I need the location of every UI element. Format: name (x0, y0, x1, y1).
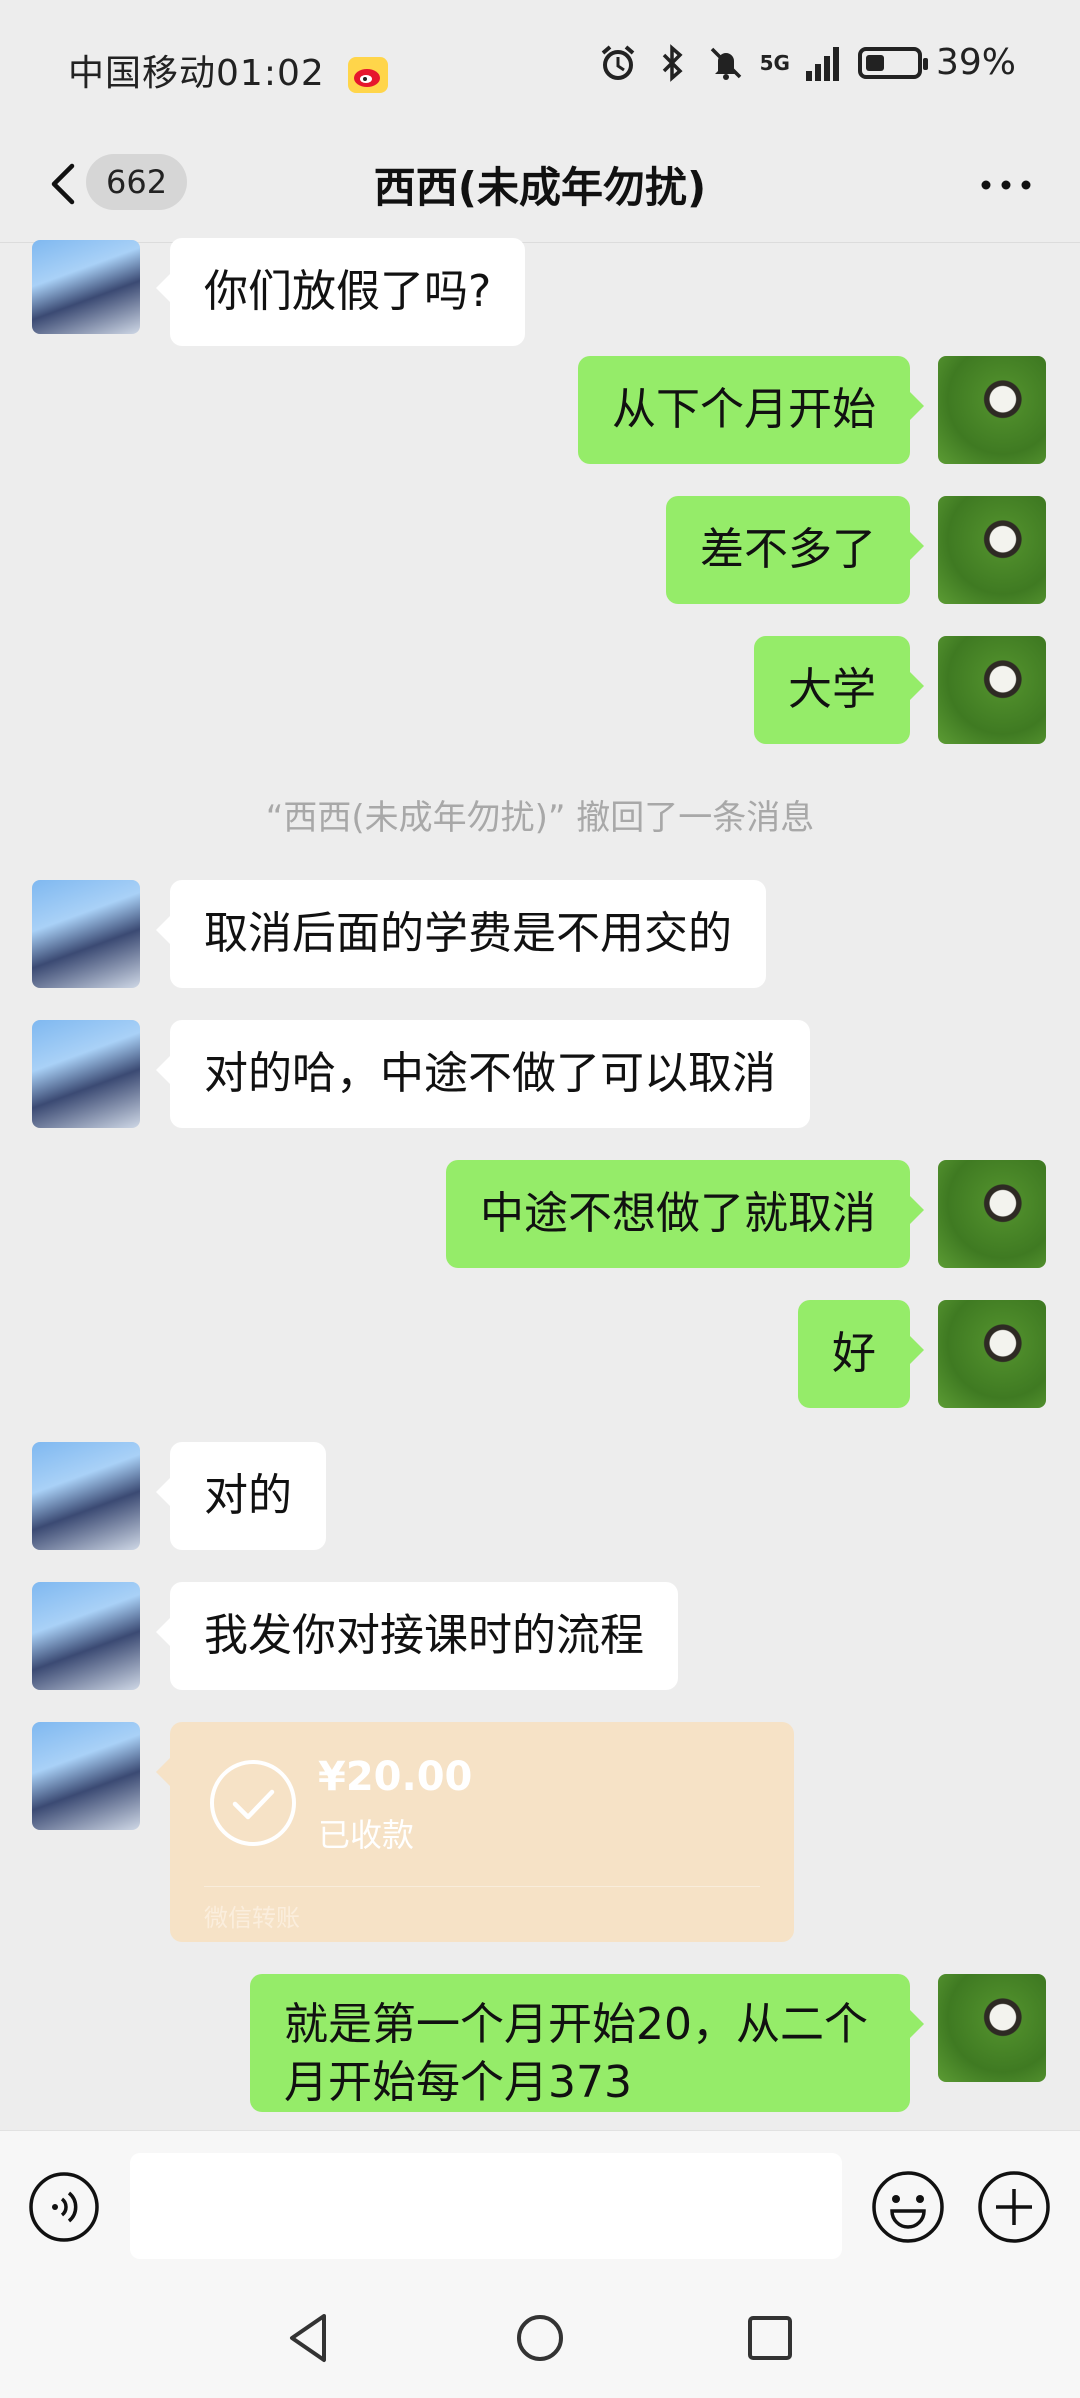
message-bubble[interactable]: 你们放假了吗? (155, 238, 526, 346)
message-bubble[interactable]: 大学 (754, 636, 924, 744)
avatar-self[interactable] (938, 1974, 1046, 2082)
system-nav-bar (0, 2278, 1080, 2398)
message-row: 对的 (0, 1442, 1080, 1552)
avatar-self[interactable] (938, 1300, 1046, 1408)
alarm-icon (601, 44, 634, 80)
message-bubble[interactable]: 取消后面的学费是不用交的 (156, 880, 766, 988)
input-bar (0, 2130, 1080, 2279)
nav-recents-icon[interactable] (740, 2308, 800, 2368)
emoji-icon[interactable] (870, 2169, 946, 2245)
message-row: 差不多了 (0, 496, 1080, 606)
network-type: 5G (759, 50, 790, 75)
message-row: 就是第一个月开始20，从二个月开始每个月373 (0, 1974, 1080, 2130)
message-row: 好 (0, 1300, 1080, 1410)
carrier-name: 中国移动 (68, 53, 217, 94)
weibo-icon (348, 57, 389, 93)
message-row: 中途不想做了就取消 (0, 1160, 1080, 1270)
voice-icon[interactable] (28, 2171, 100, 2243)
avatar-self[interactable] (938, 1160, 1046, 1268)
message-bubble[interactable]: 差不多了 (666, 496, 924, 604)
avatar-contact[interactable] (32, 1582, 140, 1690)
mute-icon (710, 47, 741, 80)
message-row: 我发你对接课时的流程 (0, 1582, 1080, 1692)
message-bubble[interactable]: 对的 (156, 1442, 326, 1550)
avatar-self[interactable] (938, 356, 1046, 464)
message-row: 从下个月开始 (0, 356, 1080, 466)
avatar-contact[interactable] (32, 880, 140, 988)
chat-header: 662 西西(未成年勿扰) (0, 130, 1080, 243)
nav-back-icon[interactable] (280, 2308, 340, 2368)
avatar-self[interactable] (938, 496, 1046, 604)
message-row: 大学 (0, 636, 1080, 746)
message-bubble[interactable]: 好 (798, 1300, 924, 1408)
bluetooth-icon (662, 43, 683, 82)
plus-icon[interactable] (976, 2169, 1052, 2245)
avatar-contact[interactable] (32, 1722, 140, 1830)
check-circle-icon (210, 1760, 296, 1846)
recall-notice: “西西(未成年勿扰)” 撤回了一条消息 (265, 798, 815, 838)
message-row: 取消后面的学费是不用交的 (0, 880, 1080, 990)
message-bubble[interactable]: 对的哈，中途不做了可以取消 (156, 1020, 810, 1128)
chat-title: 西西(未成年勿扰) (373, 163, 707, 212)
message-bubble[interactable]: 我发你对接课时的流程 (156, 1582, 678, 1690)
avatar-contact[interactable] (32, 1020, 140, 1128)
more-icon[interactable] (976, 170, 1036, 200)
message-row: 你们放假了吗? (0, 230, 1080, 346)
battery-icon (857, 46, 928, 79)
nav-home-icon[interactable] (510, 2308, 570, 2368)
message-row: ¥20.00 已收款 微信转账 (0, 1722, 1080, 1942)
carrier-time: 中国移动01:02 (68, 44, 389, 96)
transfer-divider (204, 1886, 760, 1887)
battery-percent: 39% (935, 42, 1016, 83)
message-bubble[interactable]: 就是第一个月开始20，从二个月开始每个月373 (250, 1974, 924, 2112)
avatar-contact[interactable] (32, 240, 140, 334)
transfer-amount: ¥20.00 (318, 1754, 473, 1800)
transfer-card[interactable]: ¥20.00 已收款 微信转账 (156, 1722, 794, 1942)
message-input[interactable] (130, 2153, 842, 2259)
message-row: 对的哈，中途不做了可以取消 (0, 1020, 1080, 1130)
status-bar: 中国移动01:02 5G 39% (0, 0, 1080, 130)
message-bubble[interactable]: 中途不想做了就取消 (446, 1160, 924, 1268)
message-bubble[interactable]: 从下个月开始 (578, 356, 924, 464)
signal-icon (805, 46, 839, 81)
clock: 01:02 (216, 53, 325, 94)
transfer-status: 已收款 (318, 1816, 415, 1854)
transfer-source: 微信转账 (204, 1904, 300, 1932)
avatar-contact[interactable] (32, 1442, 140, 1550)
status-indicators: 5G 39% (598, 42, 1016, 83)
avatar-self[interactable] (938, 636, 1046, 744)
